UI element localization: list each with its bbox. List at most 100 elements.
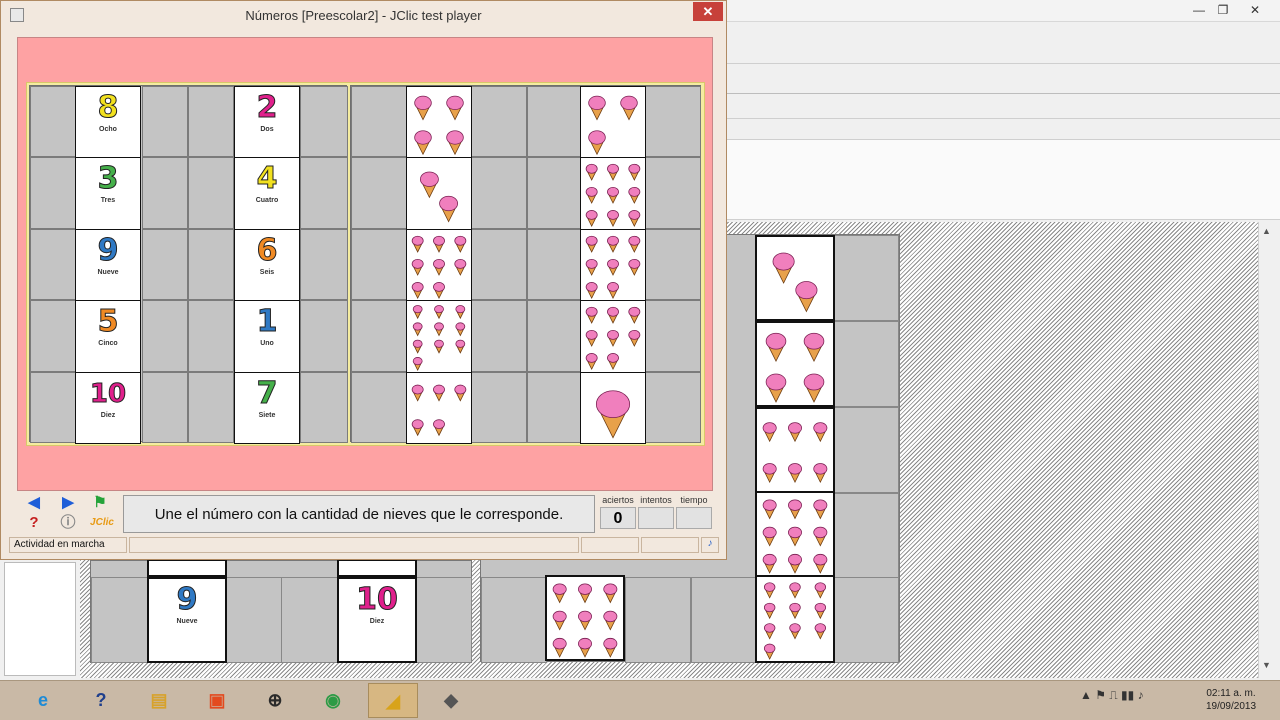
close-button[interactable]: ✕ [1244, 2, 1266, 18]
number-card[interactable]: 8 Ocho [75, 86, 141, 159]
ice-cream-icon [585, 210, 598, 228]
cone-card[interactable] [406, 371, 472, 444]
question-icon[interactable]: ? [25, 515, 43, 531]
background-cone-card[interactable] [755, 321, 835, 407]
ice-cream-group-icon [762, 422, 828, 483]
grid-cell [30, 371, 76, 443]
taskbar-app-network[interactable]: ⊕ [250, 683, 300, 718]
arrow-left-icon[interactable]: ◀ [25, 495, 43, 511]
ice-cream-group-icon [588, 95, 638, 156]
ice-cream-icon [789, 582, 801, 599]
cone-card[interactable] [406, 300, 472, 373]
jclic-icon: ◢ [386, 691, 400, 711]
sound-icon[interactable]: ♪ [701, 537, 719, 553]
ice-cream-icon [763, 602, 776, 620]
grid-cell [527, 371, 583, 443]
ice-cream-icon [607, 235, 619, 253]
numbers-grid: 8 Ocho 2 Dos 3 Tres 4 Cuatro 9 Nueve 6 Seis 5 Cinco 1 U… [29, 85, 348, 444]
number-card[interactable]: 5 Cinco [75, 300, 141, 373]
clock[interactable]: 02:11 a. m. 19/09/2013 [1200, 687, 1262, 717]
number-card[interactable]: 1 Uno [234, 300, 300, 373]
ice-cream-icon [455, 339, 466, 354]
taskbar-app-file-explorer[interactable]: ▤ [134, 683, 184, 718]
close-button[interactable]: ✕ [693, 2, 723, 21]
cone-card[interactable] [580, 300, 646, 373]
ice-cream-icon [585, 258, 598, 276]
number-card[interactable]: 6 Seis [234, 228, 300, 302]
background-card-nine[interactable]: 9 Nueve [147, 577, 227, 663]
cone-card[interactable] [580, 228, 646, 302]
taskbar-app-chrome[interactable]: ◉ [308, 683, 358, 718]
ice-cream-icon [628, 258, 641, 276]
number-card[interactable]: 10 Diez [75, 371, 141, 444]
cone-card[interactable] [580, 157, 646, 230]
ice-cream-icon [788, 422, 802, 443]
restore-button[interactable]: ❐ [1212, 2, 1234, 18]
ice-cream-group-icon [411, 384, 467, 436]
ice-cream-group-icon [411, 235, 467, 299]
system-tray[interactable]: ▲ ⚑ ⎍ ▮▮ ♪ [1080, 688, 1200, 712]
ice-cream-icon [789, 602, 801, 620]
ice-cream-icon [585, 330, 598, 348]
ice-cream-icon [578, 637, 592, 658]
window-titlebar[interactable]: Números [Preescolar2] - JClic test playe… [1, 1, 726, 29]
number-card[interactable]: 3 Tres [75, 157, 141, 230]
minimize-button[interactable]: — [1188, 2, 1210, 18]
cone-card[interactable] [406, 86, 472, 159]
ice-cream-icon [412, 339, 423, 354]
instruction-message: Une el número con la cantidad de nieves … [123, 495, 595, 533]
grid-cell [645, 157, 701, 229]
status-box [581, 537, 639, 553]
number-glyph: 2 [256, 90, 278, 125]
ice-cream-icon [628, 164, 641, 182]
number-glyph: 7 [256, 375, 278, 411]
number-word: Siete [258, 411, 276, 419]
taskbar-app-help[interactable]: ? [76, 683, 126, 718]
number-word: Cinco [98, 340, 118, 348]
cone-card[interactable] [580, 86, 646, 159]
ice-cream-icon [603, 637, 618, 658]
info-icon[interactable]: ⓘ [59, 515, 77, 531]
background-cone-card[interactable] [755, 235, 835, 321]
taskbar-app-java[interactable]: ◆ [426, 683, 476, 718]
number-card[interactable]: 7 Siete [234, 371, 300, 444]
arrow-right-icon[interactable]: ▶ [59, 495, 77, 511]
taskbar-app-office[interactable]: ▣ [192, 683, 242, 718]
grid-cell [30, 228, 76, 301]
grid-cell [300, 371, 348, 443]
ice-cream-icon [607, 258, 619, 276]
background-cone-card[interactable] [755, 491, 835, 577]
green-flag-icon[interactable]: ⚑ [91, 495, 109, 511]
cone-card[interactable] [406, 228, 472, 302]
ice-cream-icon [412, 322, 423, 337]
jclic-logo[interactable]: JClic [87, 515, 117, 531]
ice-cream-icon [628, 210, 641, 228]
vertical-scrollbar[interactable]: ▲ ▼ [1258, 222, 1276, 678]
taskbar-app-jclic[interactable]: ◢ [368, 683, 418, 718]
ice-cream-icon [419, 171, 439, 199]
ice-cream-icon [585, 187, 598, 205]
ice-cream-icon [585, 307, 598, 325]
scroll-down-icon[interactable]: ▼ [1262, 660, 1271, 670]
cone-card[interactable] [580, 371, 646, 444]
taskbar-app-internet-explorer[interactable]: e [18, 683, 68, 718]
ice-cream-icon [454, 258, 467, 276]
grid-cell [645, 228, 701, 301]
cone-card[interactable] [406, 157, 472, 230]
ice-cream-icon [454, 235, 467, 253]
background-cone-card[interactable] [545, 575, 625, 661]
number-card[interactable]: 2 Dos [234, 86, 300, 159]
number-glyph: 3 [97, 161, 119, 197]
background-card-ten[interactable]: 10 Diez [337, 577, 417, 663]
scroll-up-icon[interactable]: ▲ [1262, 226, 1271, 236]
background-board-numbers: 9 Nueve 10 Diez [90, 559, 472, 663]
number-card[interactable]: 9 Nueve [75, 228, 141, 302]
number-card[interactable]: 4 Cuatro [234, 157, 300, 230]
background-cone-card[interactable] [755, 407, 835, 493]
ice-cream-icon [585, 353, 598, 371]
ice-cream-icon [588, 95, 606, 121]
background-cone-card[interactable] [755, 575, 835, 663]
clock-date: 19/09/2013 [1205, 701, 1257, 712]
ice-cream-icon [578, 610, 592, 631]
number-word: Dos [260, 126, 274, 133]
